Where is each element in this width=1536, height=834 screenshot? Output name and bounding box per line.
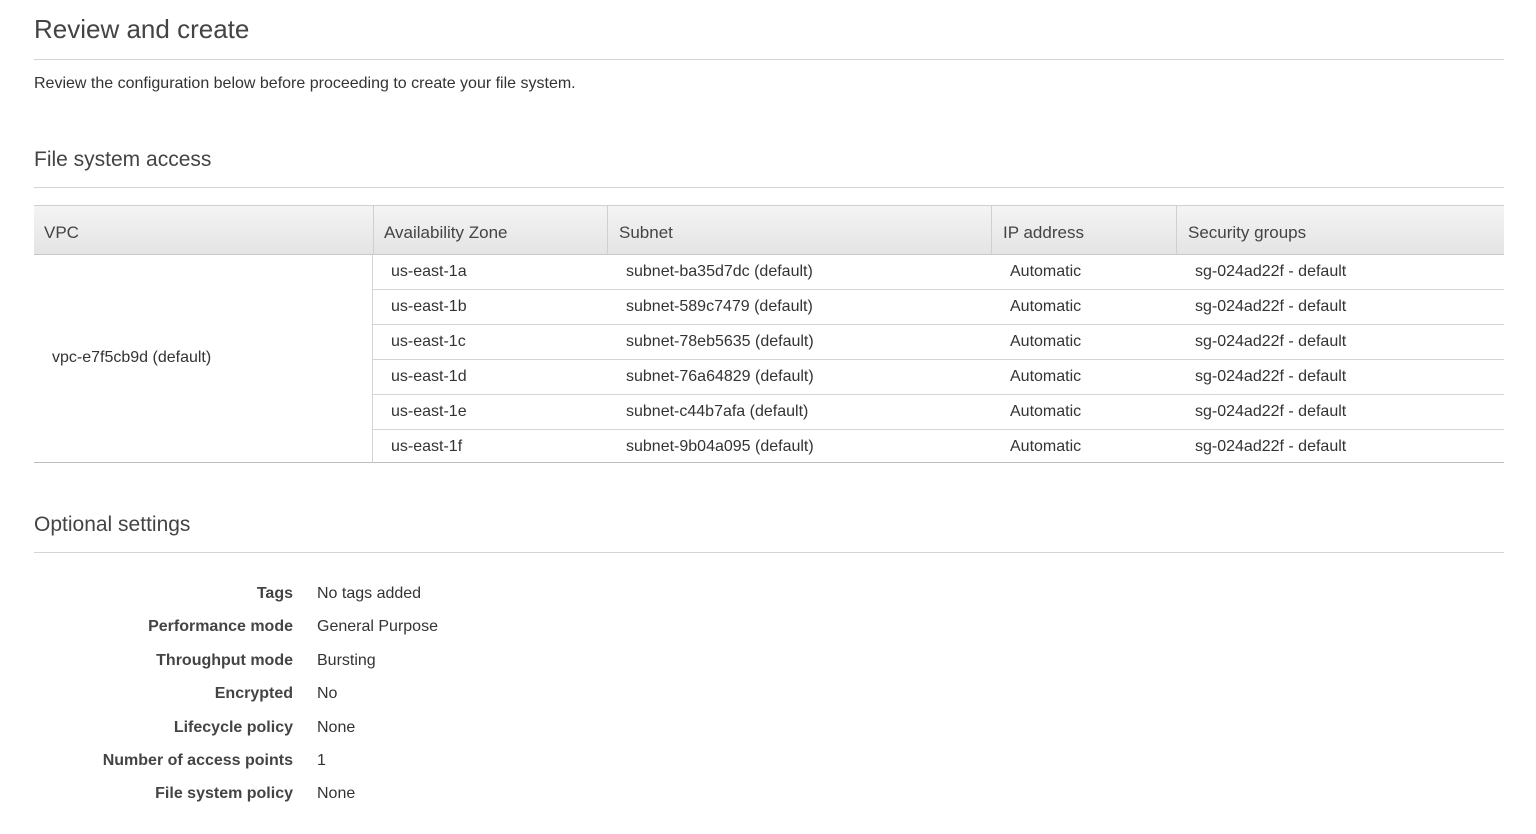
subnet-cell: subnet-ba35d7dc (default)	[626, 263, 813, 280]
security-group-cell: sg-024ad22f - default	[1195, 438, 1347, 455]
table-bottom-border	[34, 462, 1504, 463]
setting-file-system-policy: File system policy None	[34, 785, 734, 819]
subnet-cell: subnet-78eb5635 (default)	[626, 333, 814, 350]
column-header-ip-address: IP address	[991, 206, 1176, 254]
setting-number-of-access-points: Number of access points 1	[34, 752, 734, 786]
setting-label: Throughput mode	[156, 652, 293, 669]
setting-throughput-mode: Throughput mode Bursting	[34, 652, 734, 686]
column-header-subnet: Subnet	[607, 206, 991, 254]
section-title-optional-settings: Optional settings	[34, 513, 191, 536]
table-row: us-east-1c subnet-78eb5635 (default) Aut…	[373, 325, 1504, 360]
az-cell: us-east-1a	[391, 263, 467, 280]
ip-cell: Automatic	[1010, 263, 1082, 280]
ip-cell: Automatic	[1010, 403, 1082, 420]
az-cell: us-east-1f	[391, 438, 463, 455]
setting-value: None	[317, 719, 356, 736]
access-rows: us-east-1a subnet-ba35d7dc (default) Aut…	[373, 255, 1504, 464]
page-description: Review the configuration below before pr…	[34, 75, 576, 92]
az-cell: us-east-1d	[391, 368, 467, 385]
az-cell: us-east-1e	[391, 403, 467, 420]
vpc-cell: vpc-e7f5cb9d (default)	[34, 255, 373, 462]
table-row: us-east-1e subnet-c44b7afa (default) Aut…	[373, 395, 1504, 430]
security-group-cell: sg-024ad22f - default	[1195, 368, 1347, 385]
access-table-body: vpc-e7f5cb9d (default) us-east-1a subnet…	[34, 255, 1504, 463]
vpc-value: vpc-e7f5cb9d (default)	[52, 349, 212, 366]
setting-lifecycle-policy: Lifecycle policy None	[34, 719, 734, 753]
subnet-cell: subnet-76a64829 (default)	[626, 368, 814, 385]
page-title: Review and create	[34, 14, 250, 44]
title-divider	[34, 59, 1504, 60]
ip-cell: Automatic	[1010, 333, 1082, 350]
setting-value: Bursting	[317, 652, 376, 669]
table-row: us-east-1b subnet-589c7479 (default) Aut…	[373, 290, 1504, 325]
setting-label: Performance mode	[148, 618, 293, 635]
ip-cell: Automatic	[1010, 438, 1082, 455]
security-group-cell: sg-024ad22f - default	[1195, 298, 1347, 315]
subnet-cell: subnet-c44b7afa (default)	[626, 403, 809, 420]
table-row: us-east-1a subnet-ba35d7dc (default) Aut…	[373, 255, 1504, 290]
setting-label: Lifecycle policy	[173, 719, 293, 736]
setting-label: Tags	[256, 585, 293, 602]
review-page: Review and create Review the configurati…	[0, 0, 1536, 834]
setting-label: Number of access points	[102, 752, 293, 769]
setting-performance-mode: Performance mode General Purpose	[34, 618, 734, 652]
setting-encrypted: Encrypted No	[34, 685, 734, 719]
column-header-availability-zone: Availability Zone	[373, 206, 607, 254]
section-title-file-system-access: File system access	[34, 148, 212, 171]
subnet-cell: subnet-9b04a095 (default)	[626, 438, 814, 455]
optional-divider	[34, 552, 1504, 553]
setting-value: General Purpose	[317, 618, 438, 635]
setting-label: Encrypted	[214, 685, 293, 702]
access-table: VPC Availability Zone Subnet IP address …	[34, 205, 1504, 463]
setting-value: None	[317, 785, 356, 802]
security-group-cell: sg-024ad22f - default	[1195, 263, 1347, 280]
setting-value: 1	[317, 752, 326, 769]
az-cell: us-east-1c	[391, 333, 466, 350]
security-group-cell: sg-024ad22f - default	[1195, 333, 1347, 350]
column-header-security-groups: Security groups	[1176, 206, 1504, 254]
ip-cell: Automatic	[1010, 368, 1082, 385]
ip-cell: Automatic	[1010, 298, 1082, 315]
table-row: us-east-1d subnet-76a64829 (default) Aut…	[373, 360, 1504, 395]
setting-value: No	[317, 685, 338, 702]
access-table-header: VPC Availability Zone Subnet IP address …	[34, 205, 1504, 255]
access-divider	[34, 187, 1504, 188]
setting-label: File system policy	[155, 785, 293, 802]
setting-tags: Tags No tags added	[34, 585, 734, 619]
setting-value: No tags added	[317, 585, 422, 602]
table-row: us-east-1f subnet-9b04a095 (default) Aut…	[373, 430, 1504, 464]
az-cell: us-east-1b	[391, 298, 467, 315]
column-header-vpc: VPC	[44, 223, 79, 242]
subnet-cell: subnet-589c7479 (default)	[626, 298, 813, 315]
security-group-cell: sg-024ad22f - default	[1195, 403, 1347, 420]
